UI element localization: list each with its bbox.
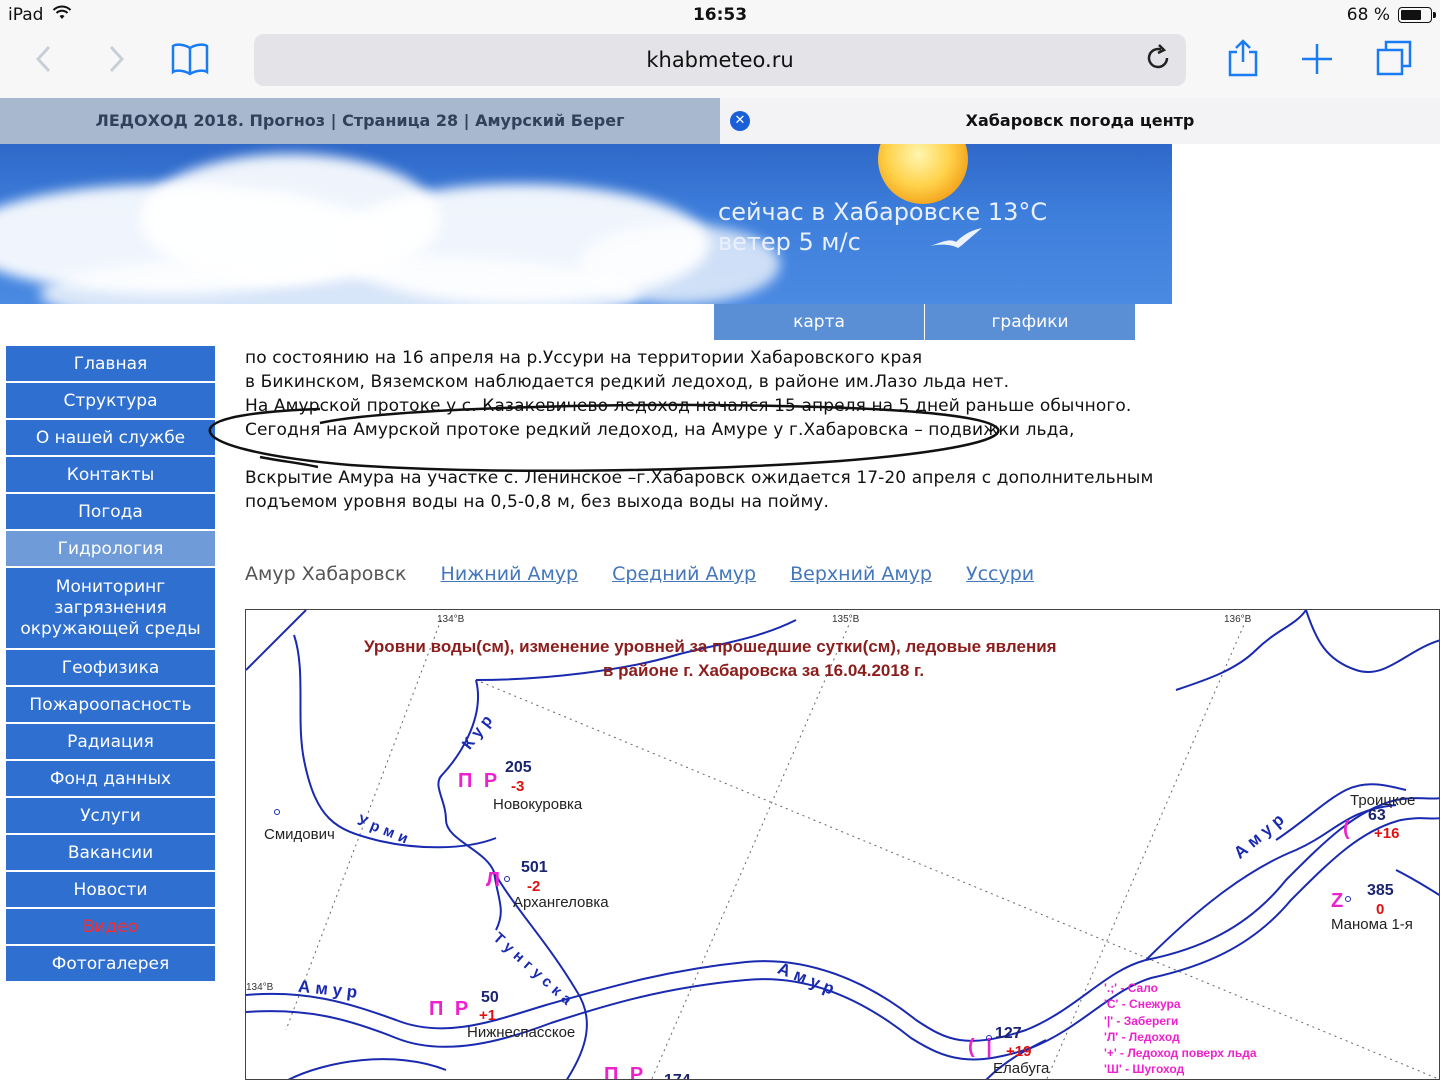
station-marker	[986, 1035, 992, 1041]
tab-strip: ЛЕДОХОД 2018. Прогноз | Страница 28 | Ам…	[0, 98, 1440, 144]
browser-toolbar: khabmeteo.ru	[0, 30, 1440, 98]
sidebar-item-gallery[interactable]: Фотогалерея	[6, 946, 215, 983]
current-wind: ветер 5 м/с	[718, 228, 861, 256]
coord-label: 136°В	[1224, 614, 1252, 625]
current-temperature: сейчас в Хабаровске 13°С	[718, 198, 1048, 226]
station-marker	[1345, 896, 1351, 902]
sun-icon	[878, 144, 968, 204]
station-ice-code: (	[1343, 818, 1353, 840]
legend-item: '+' - Ледоход поверх льда	[1104, 1046, 1257, 1061]
sidebar-menu: Главная Структура О нашей службе Контакт…	[6, 346, 215, 983]
station-ice-code: П Р	[458, 770, 501, 792]
station-ice-code: П Р	[604, 1064, 647, 1080]
station-change: +1	[479, 1007, 497, 1024]
station-marker	[504, 876, 510, 882]
coord-label: 134°В	[437, 614, 465, 625]
sidebar-item-pollution-monitoring[interactable]: Мониторинг загрязнения окружающей среды	[6, 568, 215, 650]
station-name: Новокуровка	[493, 796, 583, 813]
station-change: -3	[511, 778, 525, 795]
station-ice-code: Z	[1331, 890, 1347, 912]
river-link-upper-amur[interactable]: Верхний Амур	[790, 563, 932, 585]
tabs-overview-icon[interactable]	[1376, 40, 1412, 82]
tab-ledokhod[interactable]: ЛЕДОХОД 2018. Прогноз | Страница 28 | Ам…	[0, 98, 720, 144]
handdrawn-ellipse-annotation	[208, 403, 1000, 473]
new-tab-icon[interactable]	[1300, 42, 1334, 82]
sidebar-item-vacancies[interactable]: Вакансии	[6, 835, 215, 872]
sidebar-item-about[interactable]: О нашей службе	[6, 420, 215, 457]
status-bar: iPad 16:53 68 %	[0, 0, 1440, 30]
sidebar-item-home[interactable]: Главная	[6, 346, 215, 383]
battery-icon	[1398, 7, 1436, 23]
station-level: 127	[995, 1025, 1022, 1042]
map-title-line1: Уровни воды(см), изменение уровней за пр…	[364, 637, 1057, 656]
report-line: по состоянию на 16 апреля на р.Уссури на…	[245, 348, 923, 368]
seagull-icon	[930, 228, 982, 248]
station-name: Манома 1-я	[1331, 916, 1413, 933]
station-name: Елабуга	[993, 1060, 1050, 1077]
river-link-middle-amur[interactable]: Средний Амур	[612, 563, 756, 585]
weather-banner: сейчас в Хабаровске 13°С ветер 5 м/с	[0, 144, 1172, 304]
sidebar-item-fire-danger[interactable]: Пожароопасность	[6, 687, 215, 724]
legend-item: '.;' - Сало	[1104, 981, 1158, 995]
sidebar-item-video[interactable]: Видео	[6, 909, 215, 946]
map-title-line2: в районе г. Хабаровска за 16.04.2018 г.	[603, 661, 925, 680]
sidebar-item-structure[interactable]: Структура	[6, 383, 215, 420]
address-bar[interactable]: khabmeteo.ru	[254, 34, 1186, 86]
station-name: Смидович	[264, 826, 335, 843]
bookmarks-icon[interactable]	[170, 42, 210, 82]
tab-khabarovsk-weather[interactable]: ✕ Хабаровск погода центр	[720, 98, 1440, 144]
tab-label: Хабаровск погода центр	[965, 111, 1195, 130]
coord-label: 134°В	[246, 982, 274, 993]
sidebar-item-radiation[interactable]: Радиация	[6, 724, 215, 761]
legend-item: 'Л' - Ледоход	[1104, 1029, 1180, 1044]
report-line: подъемом уровня воды на 0,5-0,8 м, без в…	[245, 492, 830, 512]
station-level: 385	[1367, 882, 1394, 899]
station-name: Нижнеспасское	[467, 1024, 576, 1041]
station-level: 63	[1368, 807, 1386, 824]
water-level-map: Уровни воды(см), изменение уровней за пр…	[245, 609, 1440, 1080]
legend-item: 'С' - Снежура	[1104, 997, 1181, 1012]
sidebar-item-hydrology[interactable]: Гидрология	[6, 531, 215, 568]
legend-item: 'Ш' - Шугоход	[1104, 1062, 1185, 1077]
station-change: +16	[1374, 825, 1400, 842]
subnav-map[interactable]: карта	[714, 304, 924, 340]
station-level: 501	[521, 859, 548, 876]
url-text: khabmeteo.ru	[646, 48, 794, 72]
sidebar-item-geophysics[interactable]: Геофизика	[6, 650, 215, 687]
station-level: 174	[664, 1072, 691, 1079]
station-ice-code: Л	[486, 869, 504, 891]
clock: 16:53	[692, 5, 748, 25]
tab-label: ЛЕДОХОД 2018. Прогноз | Страница 28 | Ам…	[95, 111, 625, 130]
station-change: +19	[1006, 1043, 1032, 1060]
station-name: Архангеловка	[513, 894, 609, 911]
back-icon[interactable]	[34, 44, 52, 80]
river-selector: Амур Хабаровск Нижний Амур Средний Амур …	[245, 563, 1062, 585]
river-link-ussuri[interactable]: Уссури	[966, 563, 1034, 585]
river-link-lower-amur[interactable]: Нижний Амур	[441, 563, 579, 585]
coord-label: 135°В	[832, 614, 860, 625]
sidebar-item-weather[interactable]: Погода	[6, 494, 215, 531]
reload-icon[interactable]	[1146, 44, 1172, 79]
forward-icon[interactable]	[108, 44, 126, 80]
station-marker	[274, 809, 280, 815]
river-tab-amur-khabarovsk: Амур Хабаровск	[245, 563, 407, 585]
legend-item: '|' - Забереги	[1104, 1013, 1179, 1028]
sidebar-item-services[interactable]: Услуги	[6, 798, 215, 835]
battery-percent: 68 %	[1346, 5, 1390, 25]
ice-legend: '.;' - Сало 'С' - Снежура '|' - Забереги…	[1104, 980, 1257, 1078]
sidebar-item-data-fund[interactable]: Фонд данных	[6, 761, 215, 798]
share-icon[interactable]	[1226, 38, 1260, 84]
station-change: -2	[527, 878, 541, 895]
report-line: в Бикинском, Вяземском наблюдается редки…	[245, 372, 1010, 392]
sidebar-item-news[interactable]: Новости	[6, 872, 215, 909]
station-ice-code: П Р	[429, 998, 472, 1020]
subnav-charts[interactable]: графики	[925, 304, 1135, 340]
sidebar-item-contacts[interactable]: Контакты	[6, 457, 215, 494]
station-level: 50	[481, 989, 499, 1006]
station-level: 205	[505, 759, 532, 776]
